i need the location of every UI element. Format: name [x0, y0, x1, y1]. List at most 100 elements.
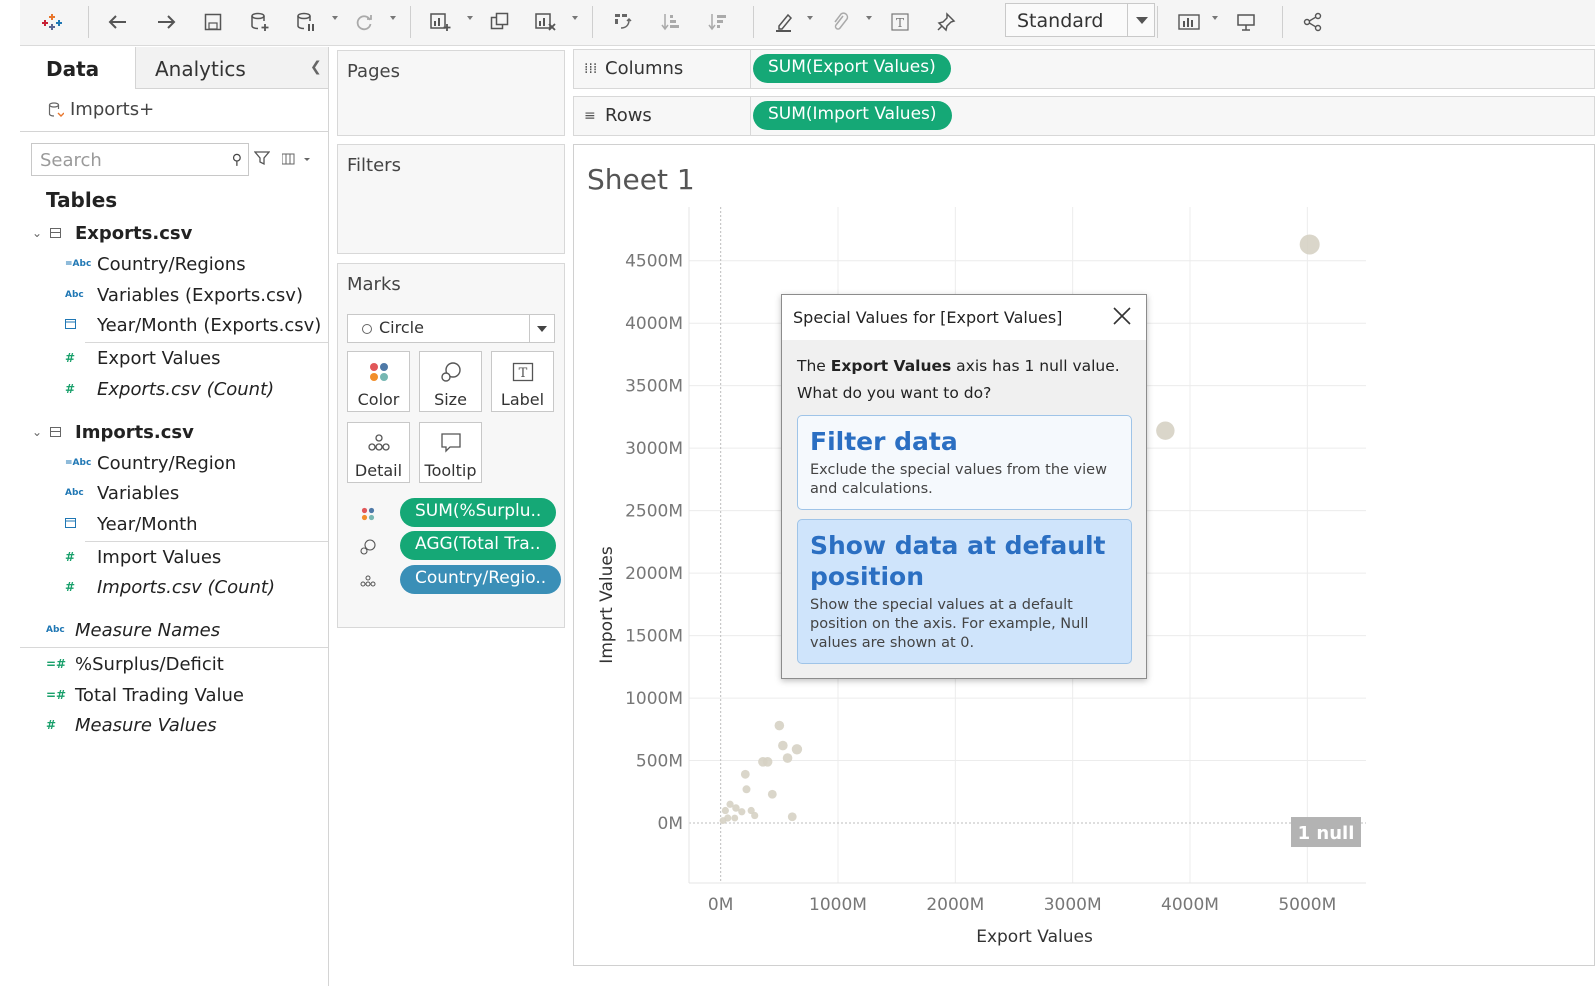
size-icon	[420, 361, 481, 383]
chevron-down-icon[interactable]: ⌄	[32, 425, 42, 439]
data-point[interactable]	[787, 812, 797, 822]
number-icon: #	[65, 351, 76, 365]
field-country-regions[interactable]: =Abc Country/Regions	[20, 253, 328, 279]
rows-icon: ≡	[584, 108, 596, 124]
show-me-cards-icon[interactable]	[1178, 9, 1200, 35]
redo-icon[interactable]	[156, 9, 176, 35]
table-exports[interactable]: ⌄ Exports.csv	[20, 222, 328, 248]
data-point[interactable]	[751, 811, 759, 820]
tab-data-label: Data	[46, 57, 100, 81]
number-icon: #	[46, 718, 57, 732]
field-year-month[interactable]: Year/Month	[20, 513, 328, 539]
color-icon	[360, 506, 376, 522]
tab-data[interactable]: Data	[20, 47, 136, 89]
data-point[interactable]	[1156, 421, 1175, 440]
calculated-number-icon: =#	[46, 657, 67, 671]
view-size-select[interactable]: Standard	[1005, 3, 1155, 37]
pause-updates-icon[interactable]	[296, 9, 316, 35]
color-button[interactable]: Color	[347, 351, 410, 412]
data-point[interactable]	[719, 817, 727, 824]
default-position-option[interactable]: Show data at default position Show the s…	[797, 519, 1132, 664]
close-icon[interactable]	[1112, 306, 1132, 326]
detail-button[interactable]: Detail	[347, 422, 410, 483]
pages-shelf[interactable]: Pages	[337, 50, 565, 136]
data-point[interactable]	[738, 808, 746, 816]
share-icon[interactable]	[1303, 9, 1323, 35]
search-field[interactable]: ⚲	[31, 143, 249, 176]
label-button[interactable]: T Label	[491, 351, 554, 412]
filters-title: Filters	[347, 155, 401, 176]
data-point[interactable]	[778, 740, 788, 751]
field-variables-exports[interactable]: Abc Variables (Exports.csv)	[20, 284, 328, 310]
columns-shelf[interactable]: ⁞⁞⁞ Columns SUM(Export Values)	[573, 49, 1595, 89]
clear-sheet-icon[interactable]	[535, 9, 557, 35]
sort-ascending-icon[interactable]	[661, 9, 681, 35]
view-size-value: Standard	[1017, 10, 1104, 32]
field-exports-count[interactable]: # Exports.csv (Count)	[20, 378, 328, 404]
view-options-icon[interactable]	[281, 151, 312, 170]
presentation-mode-icon[interactable]	[1236, 9, 1256, 35]
show-mark-labels-icon[interactable]: T	[890, 9, 910, 35]
refresh-icon[interactable]	[354, 9, 374, 35]
mark-type-select[interactable]: Circle	[347, 314, 555, 343]
filter-data-option[interactable]: Filter data Exclude the special values f…	[797, 415, 1132, 510]
group-members-icon[interactable]	[830, 9, 850, 35]
new-worksheet-icon[interactable]	[430, 9, 452, 35]
data-point[interactable]	[791, 744, 803, 755]
data-point[interactable]	[721, 806, 729, 815]
rows-pill[interactable]: SUM(Import Values)	[753, 101, 952, 130]
field-measure-values[interactable]: # Measure Values	[20, 714, 328, 740]
datasource-name: Imports+	[70, 99, 155, 120]
data-point[interactable]	[762, 756, 773, 767]
data-point[interactable]	[774, 720, 785, 731]
undo-icon[interactable]	[108, 9, 128, 35]
datasource-item[interactable]: Imports+	[48, 99, 154, 120]
columns-pill[interactable]: SUM(Export Values)	[753, 54, 951, 83]
field-export-values[interactable]: # Export Values	[20, 347, 328, 373]
search-input[interactable]	[40, 148, 220, 172]
tab-analytics-label: Analytics	[155, 57, 246, 81]
color-pill[interactable]: SUM(%Surplu..	[400, 498, 557, 527]
tableau-logo-icon[interactable]	[42, 9, 62, 35]
field-variables[interactable]: Abc Variables	[20, 482, 328, 508]
swap-rows-columns-icon[interactable]	[613, 9, 633, 35]
data-point[interactable]	[740, 769, 750, 779]
field-country-region[interactable]: =Abc Country/Region	[20, 452, 328, 478]
data-point[interactable]	[1299, 234, 1320, 255]
tab-analytics[interactable]: Analytics	[136, 47, 328, 88]
chevron-down-icon[interactable]: ⌄	[32, 226, 42, 240]
field-imports-count[interactable]: # Imports.csv (Count)	[20, 576, 328, 602]
search-icon[interactable]: ⚲	[232, 152, 242, 168]
sort-descending-icon[interactable]	[708, 9, 728, 35]
table-imports[interactable]: ⌄ Imports.csv	[20, 421, 328, 447]
field-surplus-deficit[interactable]: =# %Surplus/Deficit	[20, 653, 328, 679]
data-point[interactable]	[782, 753, 793, 763]
fix-axes-pin-icon[interactable]	[936, 9, 956, 35]
calculated-number-icon: =#	[46, 688, 67, 702]
field-total-trading-value[interactable]: =# Total Trading Value	[20, 684, 328, 710]
tooltip-icon	[420, 432, 481, 454]
data-point[interactable]	[731, 814, 739, 822]
marks-title: Marks	[347, 274, 401, 295]
x-tick-label: 3000M	[1044, 895, 1102, 915]
field-import-values[interactable]: # Import Values	[20, 546, 328, 572]
size-button[interactable]: Size	[419, 351, 482, 412]
collapse-pane-icon[interactable]: ❮	[310, 59, 322, 75]
filter-icon[interactable]	[253, 150, 271, 170]
field-year-month-exports[interactable]: Year/Month (Exports.csv)	[20, 314, 328, 340]
highlight-icon[interactable]	[774, 9, 794, 35]
filters-shelf[interactable]: Filters	[337, 144, 565, 254]
y-tick-label: 3000M	[625, 439, 683, 459]
duplicate-sheet-icon[interactable]	[490, 9, 510, 35]
size-pill[interactable]: AGG(Total Tra..	[400, 531, 556, 560]
detail-pill[interactable]: Country/Regio..	[400, 565, 562, 594]
null-indicator-label[interactable]: 1 null	[1298, 823, 1355, 844]
save-icon[interactable]	[204, 9, 222, 35]
data-point[interactable]	[726, 800, 734, 808]
data-point[interactable]	[742, 785, 751, 794]
tooltip-button[interactable]: Tooltip	[419, 422, 482, 483]
new-datasource-icon[interactable]	[250, 9, 270, 35]
rows-shelf[interactable]: ≡ Rows SUM(Import Values)	[573, 96, 1595, 136]
data-point[interactable]	[767, 789, 777, 799]
field-measure-names[interactable]: Abc Measure Names	[20, 619, 328, 645]
